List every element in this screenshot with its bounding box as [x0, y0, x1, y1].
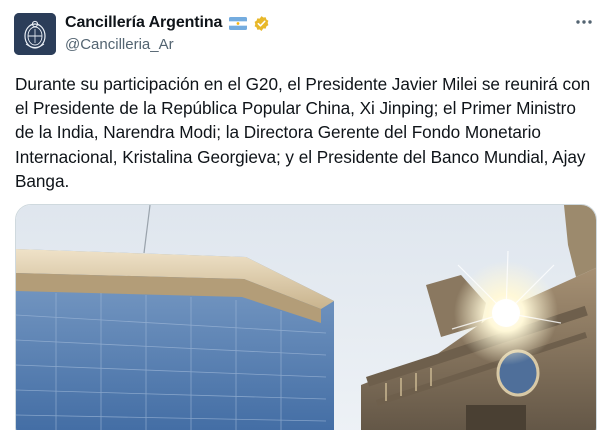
- gold-verified-badge-icon[interactable]: [253, 15, 270, 32]
- author-name-row: Cancillería Argentina: [65, 14, 270, 32]
- avatar[interactable]: [14, 13, 56, 55]
- tweet-image[interactable]: [15, 204, 597, 430]
- tweet-text: Durante su participación en el G20, el P…: [15, 74, 591, 191]
- argentina-flag-icon: [229, 16, 248, 30]
- coat-of-arms-icon: [14, 13, 56, 55]
- user-handle[interactable]: @Cancilleria_Ar: [65, 36, 174, 53]
- more-options-icon[interactable]: [572, 10, 596, 34]
- display-name[interactable]: Cancillería Argentina: [65, 14, 222, 32]
